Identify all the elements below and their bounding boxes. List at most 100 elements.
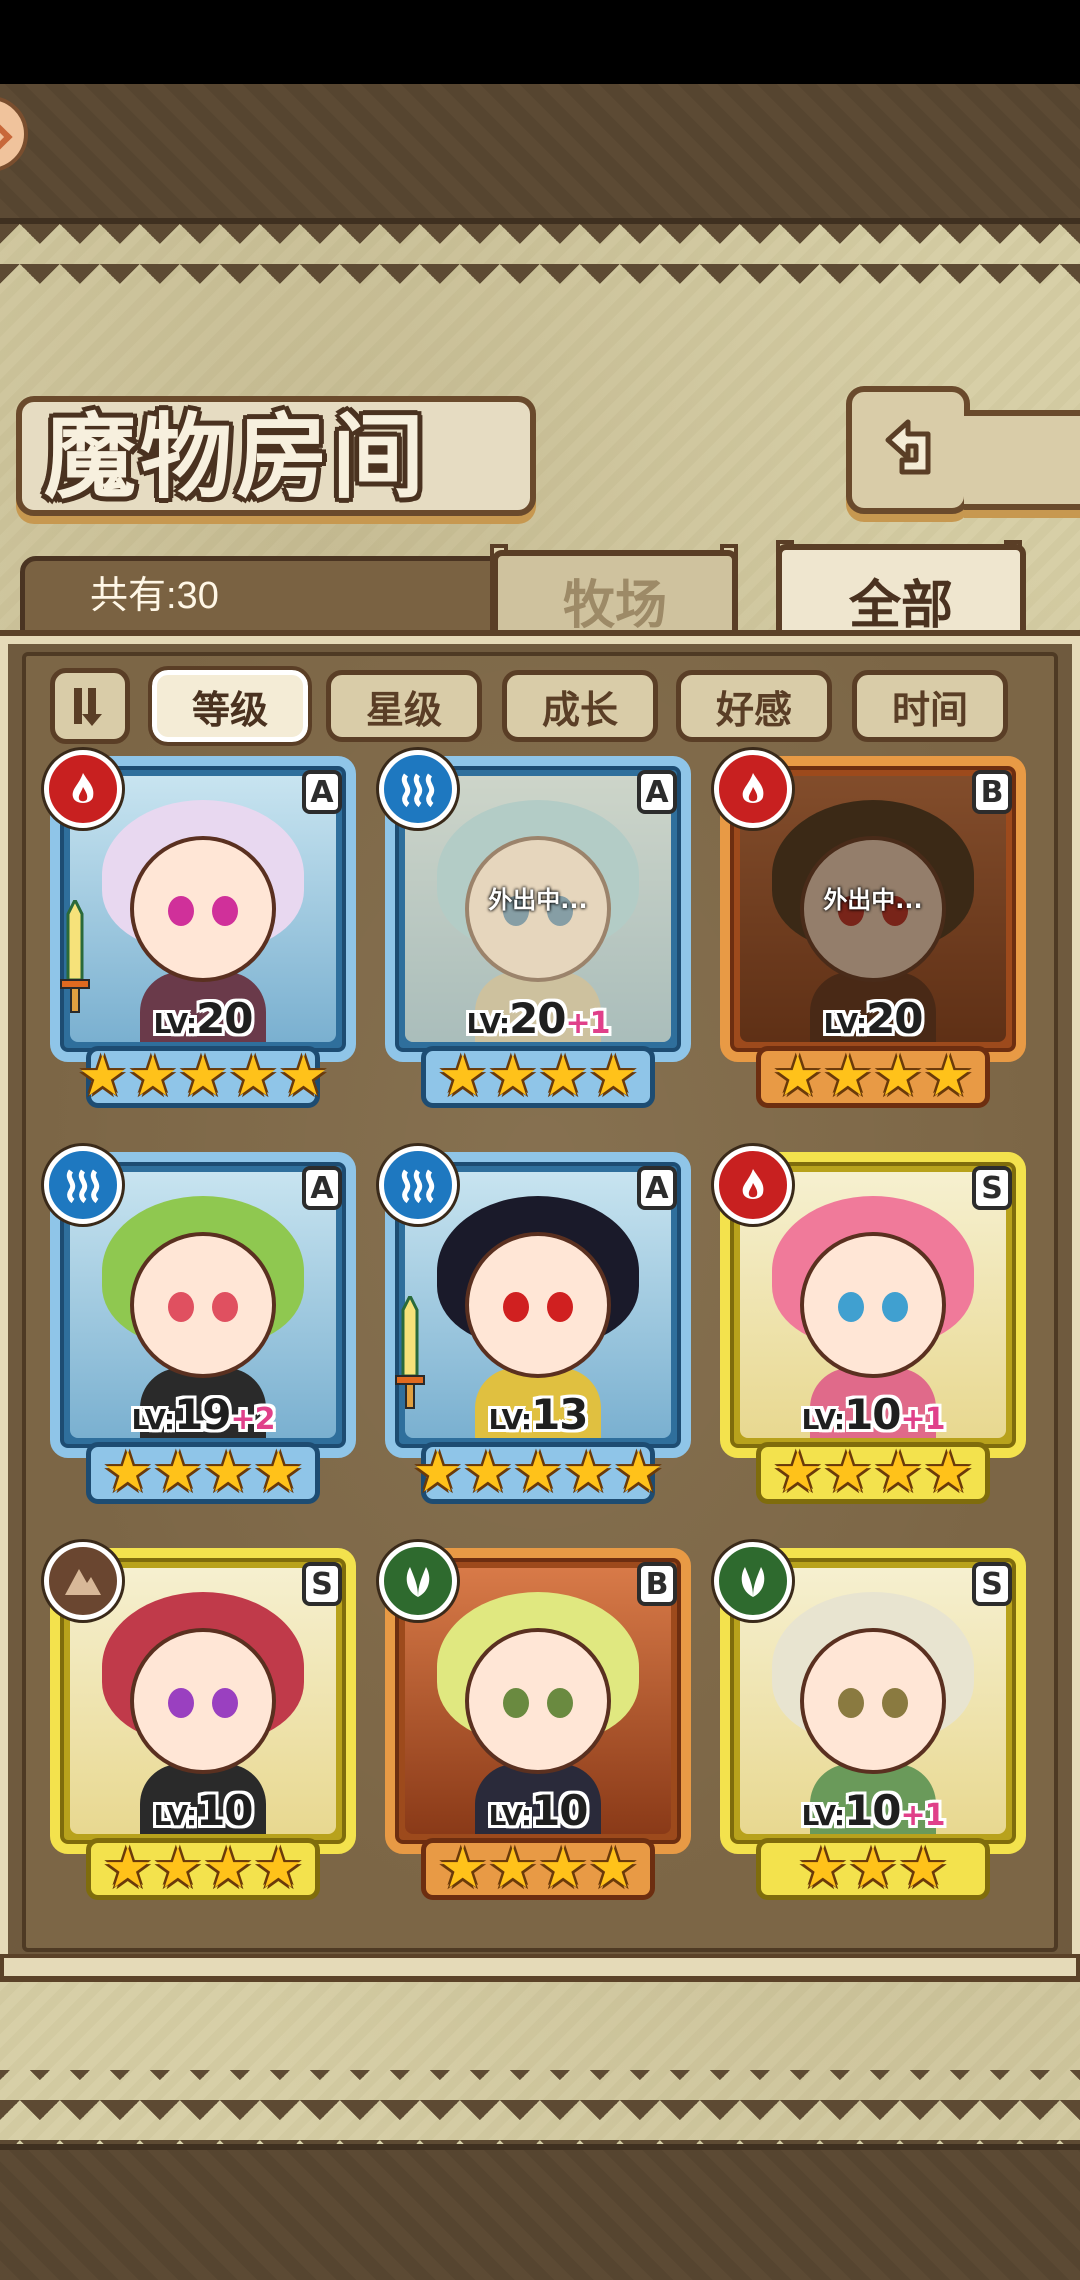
star-icon: ★ [253,1440,304,1505]
star-icon: ★ [152,1836,203,1901]
top-band [0,84,1080,224]
star-icon: ★ [253,1836,304,1901]
star-icon: ★ [127,1044,178,1109]
water-element-icon [379,750,457,828]
star-icon: ★ [487,1044,538,1109]
star-icon: ★ [822,1044,873,1109]
tab-farm[interactable]: 牧场 [492,550,738,650]
monster-card[interactable]: 外出中... B LV:20 ★ ★ ★ ★ [714,750,1026,1110]
star-icon: ★ [923,1440,974,1505]
monster-level: LV:20 [153,994,253,1043]
rarity-tag: S [972,1562,1012,1606]
rarity-tag: A [302,770,342,814]
star-icon: ★ [772,1044,823,1109]
monster-card[interactable]: S LV:10 ★ ★ ★ ★ [44,1542,356,1902]
level-bonus: +1 [900,1402,946,1437]
star-icon: ★ [77,1044,128,1109]
star-rating: ★ ★ ★ ★ ★ [78,1044,329,1109]
rarity-tag: A [302,1166,342,1210]
star-rating: ★ ★ ★ [756,1838,990,1900]
fire-element-icon [44,750,122,828]
star-rating: ★ ★ ★ ★ [421,1046,655,1108]
star-icon: ★ [797,1836,848,1901]
star-icon: ★ [588,1044,639,1109]
star-icon: ★ [152,1440,203,1505]
star-icon: ★ [102,1836,153,1901]
star-icon: ★ [873,1044,924,1109]
sort-button-affinity[interactable]: 好感 [676,670,832,742]
sort-button-stars[interactable]: 星级 [326,670,482,742]
wood-element-icon [379,1542,457,1620]
star-icon: ★ [538,1836,589,1901]
water-element-icon [379,1146,457,1224]
star-icon: ★ [228,1044,279,1109]
away-status: 外出中... [823,886,923,914]
star-rating: ★ ★ ★ ★ [756,1442,990,1504]
star-icon: ★ [203,1836,254,1901]
level-bonus: +2 [230,1402,276,1437]
star-icon: ★ [923,1044,974,1109]
star-icon: ★ [613,1440,664,1505]
away-status: 外出中... [488,886,588,914]
monster-card[interactable]: S LV:10+1 ★ ★ ★ [714,1542,1026,1902]
monster-level: LV:10+1 [801,1786,946,1835]
star-icon: ★ [772,1440,823,1505]
sort-button-time[interactable]: 时间 [852,670,1008,742]
star-icon: ★ [437,1836,488,1901]
star-icon: ★ [588,1836,639,1901]
monster-card[interactable]: S LV:10+1 ★ ★ ★ ★ [714,1146,1026,1506]
star-icon: ★ [822,1440,873,1505]
monster-level: LV:20+1 [466,994,611,1043]
star-rating: ★ ★ ★ ★ [421,1838,655,1900]
star-icon: ★ [102,1440,153,1505]
panel-bottom-rail [0,1954,1080,1980]
monster-card[interactable]: 外出中... A LV:20+1 ★ ★ ★ ★ [379,750,691,1110]
star-rating: ★ ★ ★ ★ [756,1046,990,1108]
return-button[interactable] [846,386,970,514]
star-icon: ★ [847,1836,899,1901]
level-bonus: +1 [565,1006,611,1041]
return-arrow-icon [885,419,931,475]
status-bar [0,0,1080,84]
header-right-plate [964,410,1080,510]
torn-edge-top [0,224,1080,284]
star-icon: ★ [898,1836,949,1901]
rarity-tag: A [637,770,677,814]
fire-element-icon [714,1146,792,1224]
star-icon: ★ [873,1440,924,1505]
sort-button-level[interactable]: 等级 [148,666,312,746]
monster-card[interactable]: A LV:13 ★ ★ ★ ★ ★ [379,1146,691,1506]
monster-level: LV:10 [153,1786,253,1835]
torn-edge-bottom [0,2070,1080,2144]
star-icon: ★ [278,1044,329,1109]
sort-order-icon [74,688,102,726]
level-bonus: +1 [900,1798,946,1833]
star-icon: ★ [412,1440,463,1505]
star-rating: ★ ★ ★ ★ ★ [413,1440,664,1505]
rarity-tag: B [637,1562,677,1606]
star-rating: ★ ★ ★ ★ [86,1838,320,1900]
bottom-band [0,2144,1080,2280]
star-rating: ★ ★ ★ ★ [86,1442,320,1504]
star-icon: ★ [462,1440,513,1505]
star-icon: ★ [487,1836,538,1901]
sort-order-toggle[interactable] [50,668,130,744]
monster-card[interactable]: B LV:10 ★ ★ ★ ★ [379,1542,691,1902]
monster-count: 共有:30 [90,575,219,617]
rarity-tag: S [972,1166,1012,1210]
page-title: 魔物房间 [44,403,429,511]
rarity-tag: A [637,1166,677,1210]
monster-card[interactable]: A LV:20 ★ ★ ★ ★ ★ [44,750,356,1110]
water-element-icon [44,1146,122,1224]
monster-level: LV:20 [823,994,923,1043]
star-icon: ★ [203,1440,254,1505]
fire-element-icon [714,750,792,828]
monster-level: LV:10+1 [801,1390,946,1439]
monster-level: LV:10 [488,1786,588,1835]
star-icon: ★ [177,1044,229,1109]
monster-card[interactable]: A LV:19+2 ★ ★ ★ ★ [44,1146,356,1506]
star-icon: ★ [563,1440,614,1505]
star-icon: ★ [437,1044,488,1109]
sort-button-growth[interactable]: 成长 [502,670,658,742]
wood-element-icon [714,1542,792,1620]
